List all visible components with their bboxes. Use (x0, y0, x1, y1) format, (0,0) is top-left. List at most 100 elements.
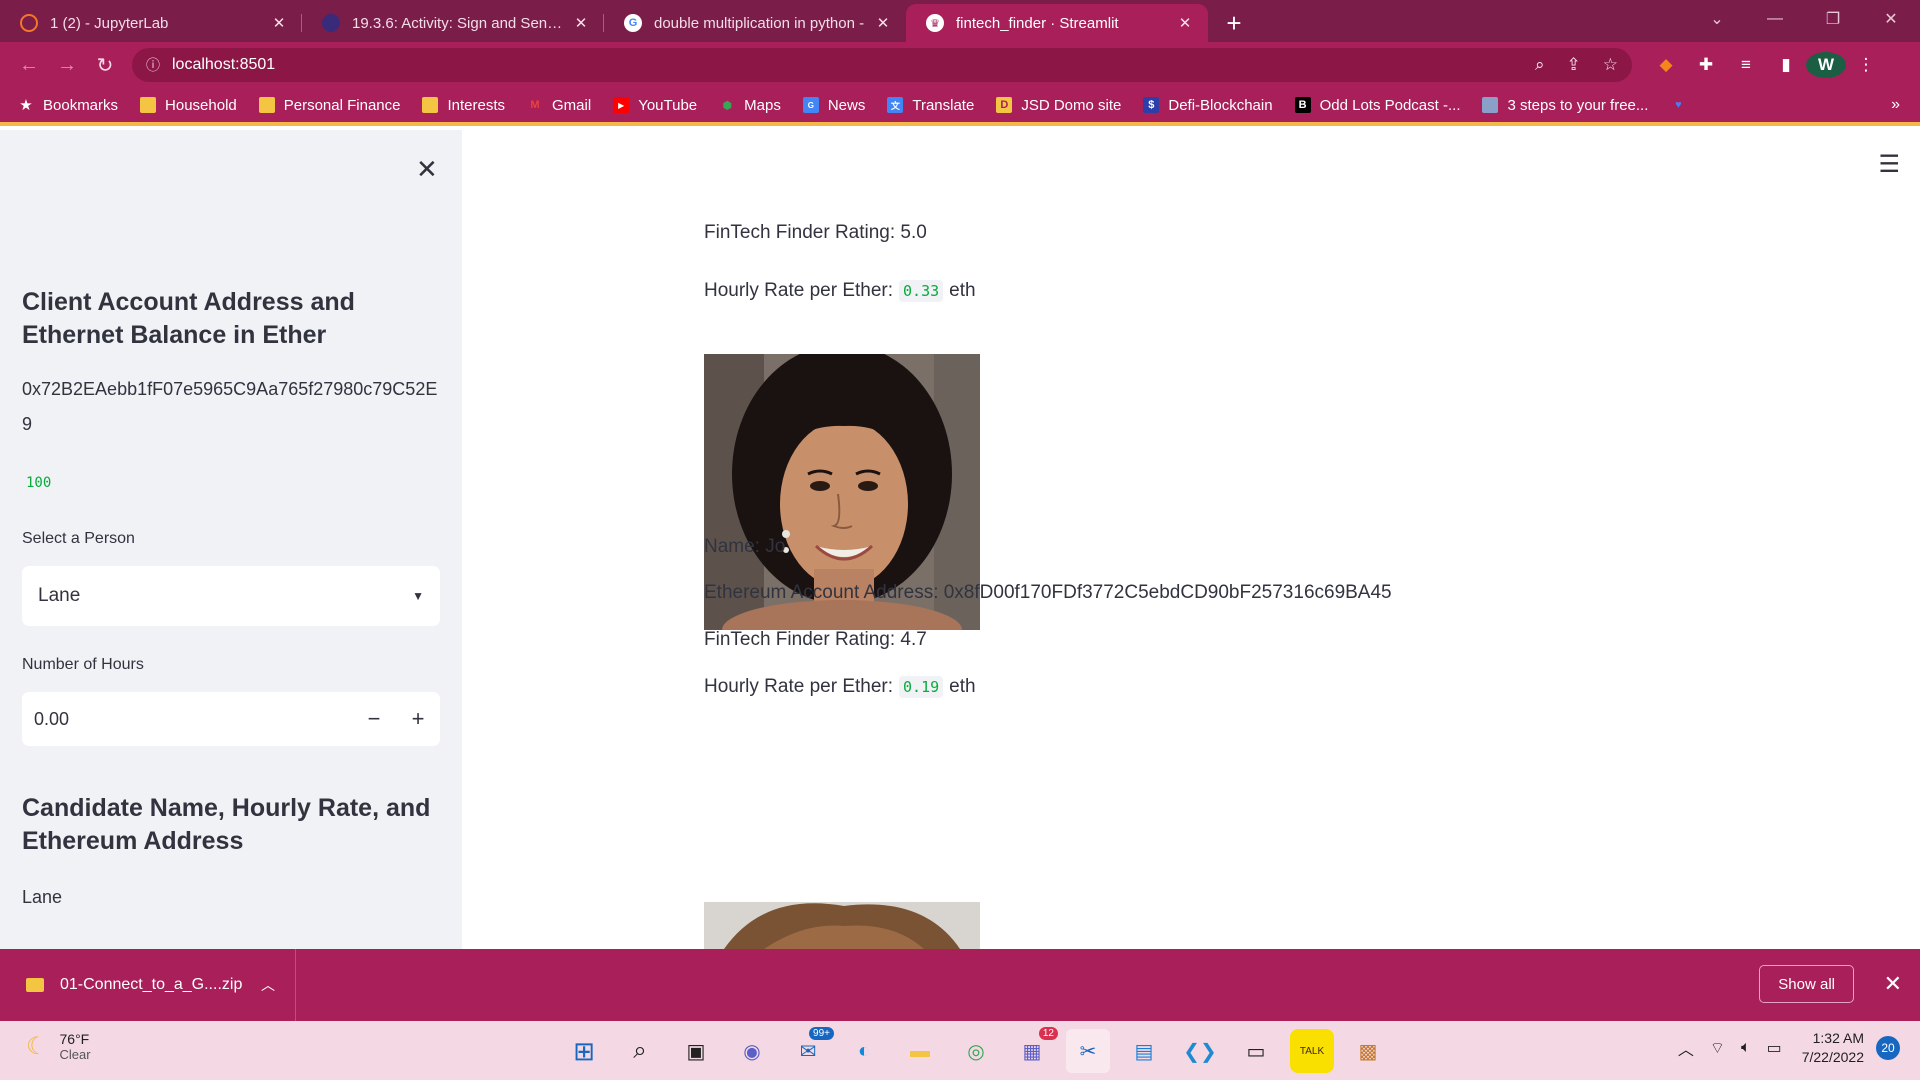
bookmark-label: Translate (912, 96, 975, 114)
search-icon[interactable]: ⌕ (618, 1029, 662, 1073)
chat-icon[interactable]: ◉ (730, 1029, 774, 1073)
bookmark-translate[interactable]: 文 Translate (887, 97, 974, 114)
extensions-icon[interactable]: ✚ (1686, 55, 1726, 75)
tab-google-search[interactable]: G double multiplication in python - ✕ (604, 4, 906, 42)
bookmark-gmail[interactable]: M Gmail (527, 97, 591, 114)
star-icon: ★ (19, 97, 33, 114)
edge-icon[interactable]: ◐ (842, 1029, 886, 1073)
rate-unit: eth (949, 280, 976, 301)
file-explorer-icon[interactable]: ▬ (898, 1029, 942, 1073)
metamask-icon[interactable]: ◆ (1646, 55, 1686, 75)
side-panel-icon[interactable]: ▮ (1766, 55, 1806, 75)
tab-search-icon[interactable]: ⌄ (1688, 9, 1746, 29)
close-icon[interactable]: ✕ (270, 14, 288, 32)
increment-button[interactable]: + (396, 706, 440, 732)
client-balance: 100 (22, 473, 56, 493)
clock[interactable]: 1:32 AM 7/22/2022 (1802, 1029, 1864, 1067)
bookmark-news[interactable]: G News (802, 97, 865, 114)
folder-icon (422, 97, 439, 113)
bookmark-label: Gmail (552, 96, 592, 114)
candidate-photo-next (704, 902, 980, 949)
bloomberg-icon: B (1294, 97, 1311, 113)
mail-icon[interactable]: ✉ 99+ (786, 1027, 834, 1073)
chevron-up-icon[interactable]: ︿ (261, 975, 275, 995)
close-window-icon[interactable]: ✕ (1862, 9, 1920, 29)
person-select[interactable]: Lane ▼ (22, 566, 440, 626)
box-app-icon[interactable]: ▩ (1346, 1029, 1390, 1073)
bookmark-interests[interactable]: Interests (422, 97, 505, 114)
tab-jupyterlab[interactable]: 1 (2) - JupyterLab ✕ (0, 4, 302, 42)
info-icon[interactable]: ⓘ (146, 55, 160, 75)
chevron-up-icon[interactable]: ︿ (1678, 1036, 1694, 1060)
restore-icon[interactable]: ❐ (1804, 9, 1862, 29)
clock-date: 7/22/2022 (1801, 1049, 1864, 1065)
candidate-address-jo: Ethereum Account Address: 0x8fD00f170FDf… (704, 582, 1392, 603)
vscode-icon[interactable]: ❮❯ (1178, 1029, 1222, 1073)
bookmark-extra[interactable]: ♥ (1670, 97, 1695, 113)
share-icon[interactable]: ⇪ (1567, 55, 1581, 75)
wifi-icon[interactable]: ⌔ (1710, 1038, 1725, 1058)
windows-start-icon[interactable]: ⊞ (562, 1029, 606, 1073)
bookmark-maps[interactable]: ⬢ Maps (719, 97, 781, 114)
rate-label: Hourly Rate per Ether: (704, 676, 894, 697)
bookmark-label: Personal Finance (283, 96, 401, 114)
show-all-button[interactable]: Show all (1759, 965, 1854, 1003)
rate-label: Hourly Rate per Ether: (704, 280, 894, 301)
bookmark-youtube[interactable]: ▶ YouTube (613, 97, 697, 114)
task-view-icon[interactable]: ▣ (674, 1029, 718, 1073)
bookmark-3-steps[interactable]: 3 steps to your free... (1482, 97, 1648, 114)
forward-icon[interactable]: → (48, 46, 86, 84)
tab-streamlit[interactable]: ♛ fintech_finder · Streamlit ✕ (906, 4, 1208, 42)
terminal-icon[interactable]: ▭ (1234, 1029, 1278, 1073)
notification-badge[interactable]: 20 (1876, 1036, 1900, 1060)
hamburger-menu-icon[interactable]: ☰ (1878, 150, 1900, 179)
close-sidebar-icon[interactable]: ✕ (416, 154, 438, 185)
clock-time: 1:32 AM (1812, 1030, 1864, 1046)
download-item[interactable]: 01-Connect_to_a_G....zip ︿ (0, 949, 296, 1021)
close-icon[interactable]: ✕ (1176, 14, 1194, 32)
media-icon[interactable]: ≡ (1726, 55, 1766, 75)
tab-title: double multiplication in python - (654, 14, 865, 32)
reload-icon[interactable]: ↻ (86, 46, 124, 84)
close-icon[interactable]: ✕ (874, 14, 892, 32)
hours-input[interactable]: 0.00 (34, 709, 352, 730)
avatar[interactable]: W (1806, 52, 1846, 78)
select-person-label: Select a Person (22, 530, 135, 547)
rate-value: 0.33 (899, 280, 944, 302)
candidate-name: Lane (22, 887, 63, 907)
folder-icon (258, 97, 275, 113)
decrement-button[interactable]: − (352, 706, 396, 732)
bookmark-personal-finance[interactable]: Personal Finance (258, 96, 401, 114)
snipping-tool-icon[interactable]: ✂ (1066, 1029, 1110, 1073)
teams-icon[interactable]: ▦ 12 (1010, 1027, 1058, 1073)
back-icon[interactable]: ← (10, 46, 48, 84)
weather-widget[interactable]: ☾ 76°F Clear (26, 1031, 91, 1062)
bookmark-odd-lots[interactable]: B Odd Lots Podcast -... (1294, 97, 1460, 114)
rate-unit: eth (949, 676, 976, 697)
bookmark-household[interactable]: Household (140, 97, 237, 114)
youtube-icon: ▶ (613, 97, 630, 113)
tab-title: 19.3.6: Activity: Sign and Send a T (352, 14, 564, 32)
candidate-name-jo: Name: Jo (704, 536, 786, 557)
balance-value: 100 (22, 473, 56, 493)
bookmark-jsd-domo[interactable]: D JSD Domo site (996, 97, 1121, 114)
notepad-icon[interactable]: ▤ (1122, 1029, 1166, 1073)
minimize-icon[interactable]: — (1746, 10, 1804, 28)
more-bookmarks-icon[interactable]: » (1891, 96, 1900, 114)
maps-icon: ⬢ (722, 99, 732, 112)
tab-activity[interactable]: 19.3.6: Activity: Sign and Send a T ✕ (302, 4, 604, 42)
chrome-icon[interactable]: ◎ (954, 1029, 998, 1073)
zoom-icon[interactable]: ⌕ (1535, 55, 1545, 75)
close-downloads-icon[interactable]: ✕ (1884, 971, 1902, 997)
bookmark-bookmarks[interactable]: ★ Bookmarks (18, 97, 118, 115)
battery-icon[interactable]: ▭ (1767, 1038, 1782, 1058)
bookmark-label: 3 steps to your free... (1507, 96, 1649, 114)
url-input[interactable]: ⓘ localhost:8501 ⌕ ⇪ ☆ (132, 48, 1632, 82)
new-tab-button[interactable]: + (1214, 4, 1254, 42)
bookmark-star-icon[interactable]: ☆ (1603, 55, 1618, 75)
close-icon[interactable]: ✕ (572, 14, 590, 32)
kakaotalk-icon[interactable]: TALK (1290, 1029, 1334, 1073)
bookmark-defi-blockchain[interactable]: $ Defi-Blockchain (1143, 97, 1273, 114)
menu-kebab-icon[interactable]: ⋮ (1846, 55, 1886, 75)
volume-icon[interactable]: 🔈︎ (1741, 1039, 1751, 1057)
